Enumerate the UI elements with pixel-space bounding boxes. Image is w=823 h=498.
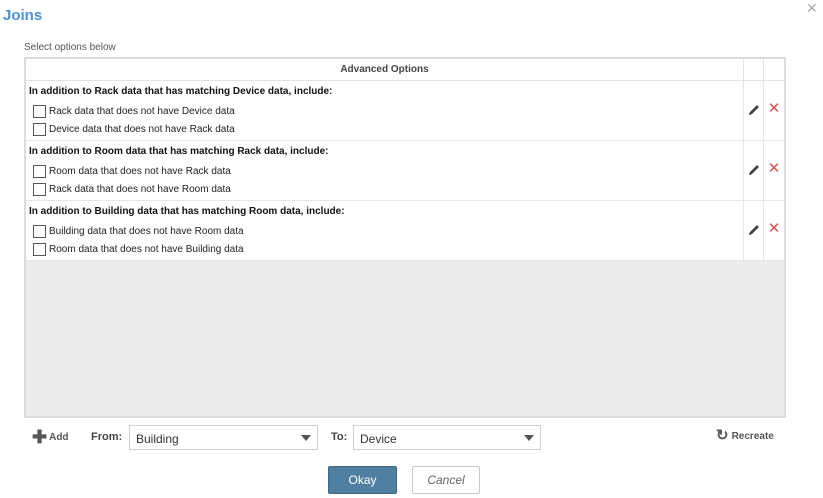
okay-button[interactable]: Okay (328, 466, 397, 494)
option-label: Room data that does not have Building da… (49, 243, 244, 255)
delete-cell: ✕ (764, 81, 784, 141)
delete-cell: ✕ (764, 141, 784, 201)
from-select[interactable]: Building (129, 425, 318, 450)
grid-header-title: Advanced Options (26, 59, 744, 81)
row-heading: In addition to Room data that has matchi… (29, 146, 329, 157)
grid-header: Advanced Options (26, 59, 784, 81)
edit-cell (744, 201, 764, 261)
row-content: In addition to Building data that has ma… (26, 201, 744, 261)
plus-icon: ✚ (32, 427, 48, 447)
table-row: In addition to Rack data that has matchi… (26, 81, 784, 141)
recreate-label: Recreate (731, 430, 774, 442)
pencil-icon[interactable] (747, 103, 761, 117)
from-select-value: Building (136, 432, 179, 446)
row-heading: In addition to Building data that has ma… (29, 206, 345, 217)
chevron-down-icon (301, 435, 311, 441)
close-icon[interactable]: ✕ (806, 0, 818, 17)
checkbox[interactable] (33, 224, 46, 238)
row-heading: In addition to Rack data that has matchi… (29, 86, 333, 97)
dialog-title: Joins (3, 7, 43, 24)
option-label: Rack data that does not have Device data (49, 105, 235, 117)
edit-cell (744, 141, 764, 201)
cancel-button[interactable]: Cancel (412, 466, 480, 494)
option-checkbox-row[interactable]: Building data that does not have Room da… (33, 224, 244, 238)
option-label: Building data that does not have Room da… (49, 225, 244, 237)
delete-icon[interactable]: ✕ (767, 101, 781, 116)
add-label: Add (49, 431, 69, 443)
chevron-down-icon (524, 435, 534, 441)
checkbox[interactable] (33, 104, 46, 118)
advanced-options-grid: Advanced Options In addition to Rack dat… (24, 57, 786, 418)
grid-header-edit-col (744, 59, 764, 81)
row-content: In addition to Room data that has matchi… (26, 141, 744, 201)
row-content: In addition to Rack data that has matchi… (26, 81, 744, 141)
delete-icon[interactable]: ✕ (767, 161, 781, 176)
edit-cell (744, 81, 764, 141)
checkbox[interactable] (33, 122, 46, 136)
pencil-icon[interactable] (747, 223, 761, 237)
checkbox[interactable] (33, 182, 46, 196)
pencil-icon[interactable] (747, 163, 761, 177)
checkbox[interactable] (33, 242, 46, 256)
option-label: Device data that does not have Rack data (49, 123, 235, 135)
option-label: Room data that does not have Rack data (49, 165, 231, 177)
option-checkbox-row[interactable]: Device data that does not have Rack data (33, 122, 235, 136)
refresh-icon: ↻ (716, 427, 729, 444)
checkbox[interactable] (33, 164, 46, 178)
dialog-subtitle: Select options below (24, 42, 116, 53)
add-button[interactable]: ✚ Add (32, 427, 69, 447)
option-checkbox-row[interactable]: Room data that does not have Rack data (33, 164, 231, 178)
table-row: In addition to Building data that has ma… (26, 201, 784, 261)
option-checkbox-row[interactable]: Rack data that does not have Device data (33, 104, 235, 118)
to-select[interactable]: Device (353, 425, 541, 450)
option-checkbox-row[interactable]: Rack data that does not have Room data (33, 182, 231, 196)
option-checkbox-row[interactable]: Room data that does not have Building da… (33, 242, 244, 256)
to-select-value: Device (360, 432, 397, 446)
table-row: In addition to Room data that has matchi… (26, 141, 784, 201)
option-label: Rack data that does not have Room data (49, 183, 231, 195)
to-label: To: (331, 431, 348, 443)
recreate-button[interactable]: ↻ Recreate (716, 427, 774, 444)
delete-cell: ✕ (764, 201, 784, 261)
from-label: From: (91, 431, 123, 443)
delete-icon[interactable]: ✕ (767, 221, 781, 236)
